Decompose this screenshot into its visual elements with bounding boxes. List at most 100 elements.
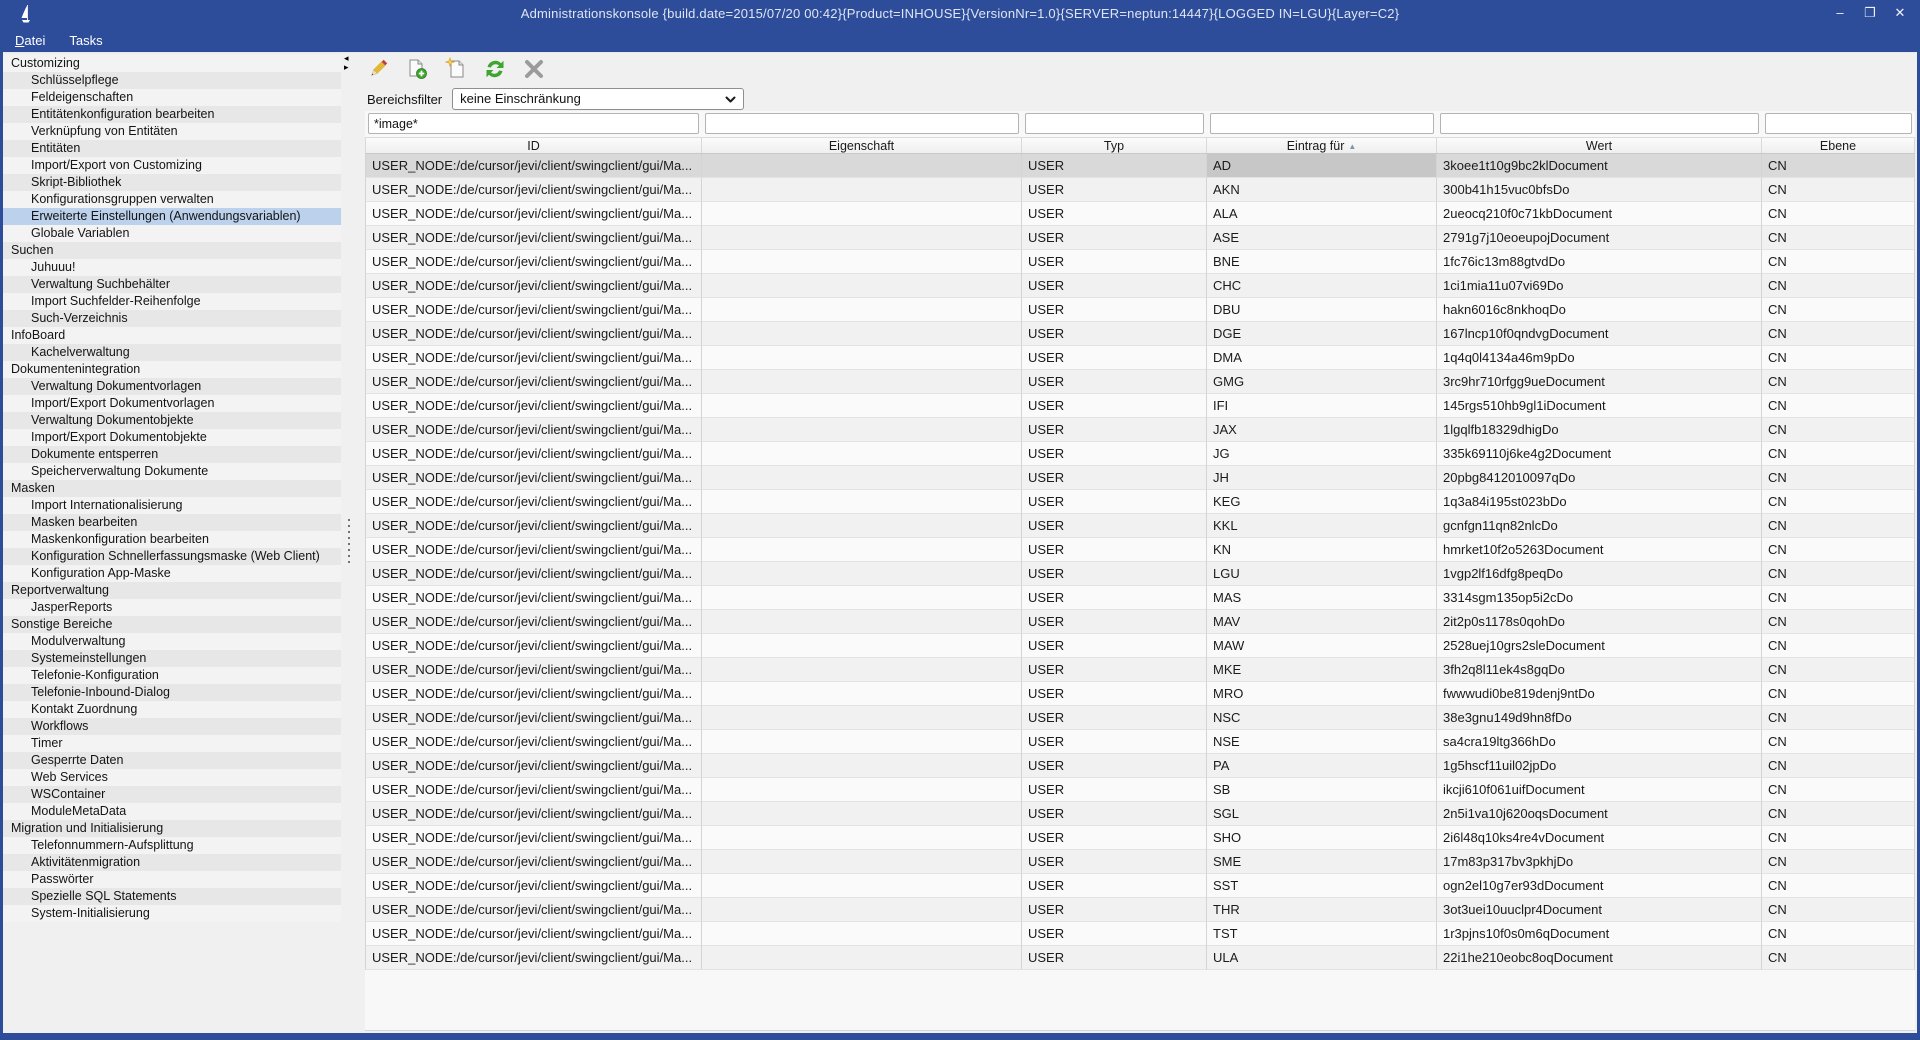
cell-wert[interactable]: 1g5hscf11uil02jpDo bbox=[1437, 754, 1762, 778]
cell-id[interactable]: USER_NODE:/de/cursor/jevi/client/swingcl… bbox=[365, 922, 702, 946]
cell-wert[interactable]: 335k69110j6ke4g2Document bbox=[1437, 442, 1762, 466]
cell-eigenschaft[interactable] bbox=[702, 682, 1022, 706]
bereichsfilter-combobox[interactable]: keine Einschränkung bbox=[452, 88, 744, 110]
table-row[interactable]: USER_NODE:/de/cursor/jevi/client/swingcl… bbox=[365, 778, 1915, 802]
cell-typ[interactable]: USER bbox=[1022, 298, 1207, 322]
table-row[interactable]: USER_NODE:/de/cursor/jevi/client/swingcl… bbox=[365, 466, 1915, 490]
sidebar-item[interactable]: Entitäten bbox=[3, 140, 341, 157]
table-row[interactable]: USER_NODE:/de/cursor/jevi/client/swingcl… bbox=[365, 562, 1915, 586]
cell-eintrag-für[interactable]: KKL bbox=[1207, 514, 1437, 538]
column-filter-input-eintrag-für[interactable] bbox=[1210, 113, 1434, 134]
cell-wert[interactable]: 2i6l48q10ks4re4vDocument bbox=[1437, 826, 1762, 850]
cell-ebene[interactable]: CN bbox=[1762, 466, 1915, 490]
cell-eigenschaft[interactable] bbox=[702, 850, 1022, 874]
cell-typ[interactable]: USER bbox=[1022, 922, 1207, 946]
cell-eintrag-für[interactable]: ASE bbox=[1207, 226, 1437, 250]
sidebar-item[interactable]: Entitätenkonfiguration bearbeiten bbox=[3, 106, 341, 123]
cell-eigenschaft[interactable] bbox=[702, 418, 1022, 442]
cell-eigenschaft[interactable] bbox=[702, 802, 1022, 826]
cell-wert[interactable]: 3314sgm135op5i2cDo bbox=[1437, 586, 1762, 610]
cell-eintrag-für[interactable]: DBU bbox=[1207, 298, 1437, 322]
cell-wert[interactable]: 300b41h15vuc0bfsDo bbox=[1437, 178, 1762, 202]
sidebar-section-header[interactable]: Dokumentenintegration bbox=[3, 361, 341, 378]
sidebar-item[interactable]: Aktivitätenmigration bbox=[3, 854, 341, 871]
cell-typ[interactable]: USER bbox=[1022, 202, 1207, 226]
sidebar-item[interactable]: Schlüsselpflege bbox=[3, 72, 341, 89]
cell-eigenschaft[interactable] bbox=[702, 466, 1022, 490]
cell-id[interactable]: USER_NODE:/de/cursor/jevi/client/swingcl… bbox=[365, 250, 702, 274]
cell-ebene[interactable]: CN bbox=[1762, 538, 1915, 562]
cell-id[interactable]: USER_NODE:/de/cursor/jevi/client/swingcl… bbox=[365, 490, 702, 514]
table-row[interactable]: USER_NODE:/de/cursor/jevi/client/swingcl… bbox=[365, 754, 1915, 778]
sidebar-item[interactable]: Import/Export von Customizing bbox=[3, 157, 341, 174]
cell-ebene[interactable]: CN bbox=[1762, 706, 1915, 730]
cell-id[interactable]: USER_NODE:/de/cursor/jevi/client/swingcl… bbox=[365, 850, 702, 874]
table-row[interactable]: USER_NODE:/de/cursor/jevi/client/swingcl… bbox=[365, 226, 1915, 250]
cell-typ[interactable]: USER bbox=[1022, 682, 1207, 706]
cell-id[interactable]: USER_NODE:/de/cursor/jevi/client/swingcl… bbox=[365, 466, 702, 490]
cell-id[interactable]: USER_NODE:/de/cursor/jevi/client/swingcl… bbox=[365, 370, 702, 394]
cell-typ[interactable]: USER bbox=[1022, 322, 1207, 346]
cell-eintrag-für[interactable]: ULA bbox=[1207, 946, 1437, 970]
column-filter-input-ebene[interactable] bbox=[1765, 113, 1912, 134]
add-document-icon[interactable] bbox=[404, 57, 430, 81]
cell-ebene[interactable]: CN bbox=[1762, 634, 1915, 658]
sidebar-section-header[interactable]: InfoBoard bbox=[3, 327, 341, 344]
column-filter-input-eigenschaft[interactable] bbox=[705, 113, 1019, 134]
table-row[interactable]: USER_NODE:/de/cursor/jevi/client/swingcl… bbox=[365, 874, 1915, 898]
cell-ebene[interactable]: CN bbox=[1762, 898, 1915, 922]
cell-wert[interactable]: 2ueocq210f0c71kbDocument bbox=[1437, 202, 1762, 226]
cell-wert[interactable]: 3fh2q8l11ek4s8gqDo bbox=[1437, 658, 1762, 682]
cell-typ[interactable]: USER bbox=[1022, 490, 1207, 514]
cell-eintrag-für[interactable]: TST bbox=[1207, 922, 1437, 946]
cell-eigenschaft[interactable] bbox=[702, 874, 1022, 898]
cell-eigenschaft[interactable] bbox=[702, 946, 1022, 970]
cell-typ[interactable]: USER bbox=[1022, 610, 1207, 634]
cell-eintrag-für[interactable]: SGL bbox=[1207, 802, 1437, 826]
cell-typ[interactable]: USER bbox=[1022, 850, 1207, 874]
table-row[interactable]: USER_NODE:/de/cursor/jevi/client/swingcl… bbox=[365, 946, 1915, 970]
table-row[interactable]: USER_NODE:/de/cursor/jevi/client/swingcl… bbox=[365, 850, 1915, 874]
cell-typ[interactable]: USER bbox=[1022, 466, 1207, 490]
cell-typ[interactable]: USER bbox=[1022, 394, 1207, 418]
cell-id[interactable]: USER_NODE:/de/cursor/jevi/client/swingcl… bbox=[365, 754, 702, 778]
sidebar-section-header[interactable]: Sonstige Bereiche bbox=[3, 616, 341, 633]
cell-wert[interactable]: fwwwudi0be819denj9ntDo bbox=[1437, 682, 1762, 706]
cell-id[interactable]: USER_NODE:/de/cursor/jevi/client/swingcl… bbox=[365, 802, 702, 826]
cell-id[interactable]: USER_NODE:/de/cursor/jevi/client/swingcl… bbox=[365, 322, 702, 346]
cell-eigenschaft[interactable] bbox=[702, 898, 1022, 922]
cell-ebene[interactable]: CN bbox=[1762, 490, 1915, 514]
column-header-typ[interactable]: Typ bbox=[1022, 138, 1207, 153]
column-header-id[interactable]: ID bbox=[365, 138, 702, 153]
cell-ebene[interactable]: CN bbox=[1762, 946, 1915, 970]
sidebar-item[interactable]: Verwaltung Suchbehälter bbox=[3, 276, 341, 293]
cell-ebene[interactable]: CN bbox=[1762, 850, 1915, 874]
menu-item-datei[interactable]: Datei bbox=[15, 33, 45, 48]
table-row[interactable]: USER_NODE:/de/cursor/jevi/client/swingcl… bbox=[365, 514, 1915, 538]
cell-wert[interactable]: 1ci1mia11u07vi69Do bbox=[1437, 274, 1762, 298]
cell-id[interactable]: USER_NODE:/de/cursor/jevi/client/swingcl… bbox=[365, 562, 702, 586]
sidebar-item[interactable]: Workflows bbox=[3, 718, 341, 735]
table-row[interactable]: USER_NODE:/de/cursor/jevi/client/swingcl… bbox=[365, 730, 1915, 754]
cell-typ[interactable]: USER bbox=[1022, 754, 1207, 778]
table-row[interactable]: USER_NODE:/de/cursor/jevi/client/swingcl… bbox=[365, 682, 1915, 706]
table-row[interactable]: USER_NODE:/de/cursor/jevi/client/swingcl… bbox=[365, 202, 1915, 226]
cell-id[interactable]: USER_NODE:/de/cursor/jevi/client/swingcl… bbox=[365, 394, 702, 418]
sidebar-item[interactable]: System-Initialisierung bbox=[3, 905, 341, 922]
cell-typ[interactable]: USER bbox=[1022, 538, 1207, 562]
cell-eintrag-für[interactable]: MAW bbox=[1207, 634, 1437, 658]
column-header-ebene[interactable]: Ebene bbox=[1762, 138, 1915, 153]
cell-wert[interactable]: 1q3a84i195st023bDo bbox=[1437, 490, 1762, 514]
cell-wert[interactable]: 22i1he210eobc8oqDocument bbox=[1437, 946, 1762, 970]
cell-id[interactable]: USER_NODE:/de/cursor/jevi/client/swingcl… bbox=[365, 346, 702, 370]
sidebar-item[interactable]: Skript-Bibliothek bbox=[3, 174, 341, 191]
cell-ebene[interactable]: CN bbox=[1762, 418, 1915, 442]
sidebar-item[interactable]: Web Services bbox=[3, 769, 341, 786]
cell-wert[interactable]: sa4cra19ltg366hDo bbox=[1437, 730, 1762, 754]
table-row[interactable]: USER_NODE:/de/cursor/jevi/client/swingcl… bbox=[365, 610, 1915, 634]
table-row[interactable]: USER_NODE:/de/cursor/jevi/client/swingcl… bbox=[365, 826, 1915, 850]
cell-ebene[interactable]: CN bbox=[1762, 298, 1915, 322]
cell-eigenschaft[interactable] bbox=[702, 274, 1022, 298]
table-row[interactable]: USER_NODE:/de/cursor/jevi/client/swingcl… bbox=[365, 634, 1915, 658]
sidebar-item[interactable]: Telefonnummern-Aufsplittung bbox=[3, 837, 341, 854]
